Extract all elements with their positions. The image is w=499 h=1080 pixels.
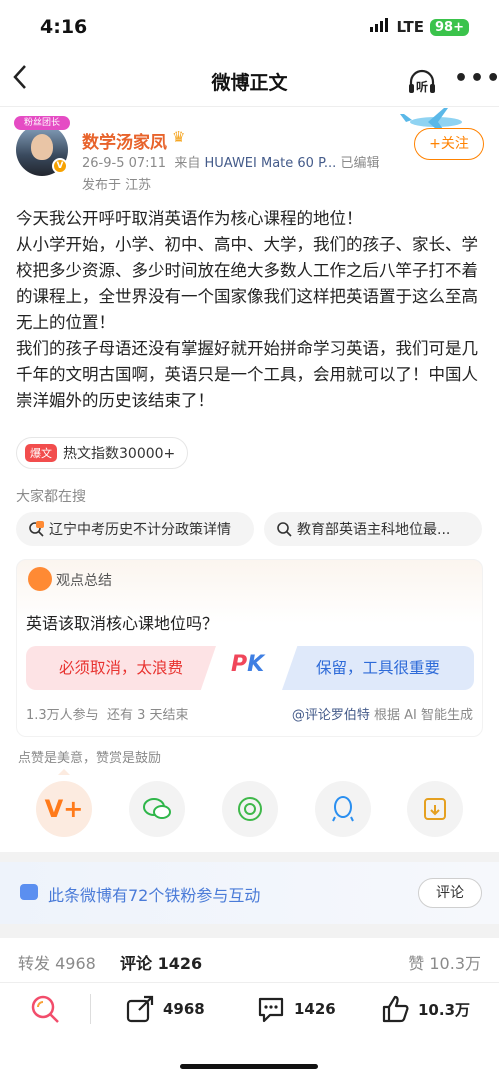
search-button[interactable]	[30, 994, 62, 1024]
opinion-stats: 1.3万人参与 还有 3 天结束	[26, 708, 189, 723]
network-label: LTE	[396, 18, 425, 36]
fans-icon	[20, 884, 38, 900]
save-image-icon	[424, 798, 446, 820]
pk-label: PK	[231, 652, 265, 677]
source-prefix: 来自	[174, 156, 201, 171]
share-icon	[126, 995, 154, 1023]
hot-badge: 爆文	[25, 444, 57, 462]
repost-count: 4968	[163, 1000, 205, 1018]
timestamp: 26-9-5 07:11	[82, 156, 167, 171]
svg-text:听: 听	[416, 79, 428, 94]
status-indicators: LTE 98+	[370, 18, 469, 36]
like-button[interactable]: 10.3万	[380, 994, 470, 1024]
search-chip-label: 辽宁中考历史不计分政策详情	[49, 522, 231, 538]
wechat-share-button[interactable]	[129, 781, 185, 837]
opinion-credit: @评论罗伯特 根据 AI 智能生成	[291, 708, 473, 723]
battery-icon: 98+	[430, 18, 469, 36]
device-link[interactable]: HUAWEI Mate 60 P...	[204, 156, 336, 171]
nav-divider	[0, 106, 499, 107]
qq-share-button[interactable]	[315, 781, 371, 837]
reward-icon: V+	[44, 795, 84, 823]
home-indicator	[180, 1064, 318, 1069]
search-icon	[277, 522, 292, 537]
caret	[58, 769, 70, 775]
wechat-icon	[143, 798, 171, 819]
search-chip[interactable]: 辽宁中考历史不计分政策详情	[16, 512, 254, 546]
author-name[interactable]: 数学汤家凤	[82, 128, 167, 153]
tab-repost[interactable]: 转发 4968	[18, 950, 96, 974]
location: 发布于 江苏	[82, 178, 152, 193]
moments-share-button[interactable]	[222, 781, 278, 837]
repost-button[interactable]: 4968	[125, 994, 205, 1024]
tab-like[interactable]: 赞 10.3万	[408, 950, 481, 974]
follow-button[interactable]: +关注	[414, 128, 484, 160]
post-line: 今天我公开呼吁取消英语作为核心课程的地位！	[16, 209, 363, 228]
post-line: 我们的孩子母语还没有掌握好就开始拼命学习英语，我们可是几千年的文明古国啊，英语只…	[16, 339, 478, 410]
moments-icon	[238, 797, 262, 821]
search-icon	[31, 995, 59, 1023]
comment-button[interactable]: 1426	[256, 994, 336, 1024]
status-time: 4:16	[40, 16, 88, 38]
opinion-question: 英语该取消核心课地位吗？	[26, 614, 219, 633]
section-gap	[0, 852, 499, 862]
bottom-separator	[90, 994, 91, 1024]
appreciation-note: 点赞是美意，赞赏是鼓励	[18, 751, 162, 766]
fans-text: 此条微博有72个铁粉参与互动	[48, 886, 261, 905]
crown-icon: ♛	[172, 128, 186, 146]
verified-icon: V	[52, 158, 68, 174]
mascot-icon	[28, 567, 52, 591]
reward-button[interactable]: V+	[36, 781, 92, 837]
signal-icon	[370, 18, 390, 36]
headphones-icon: 听	[409, 69, 435, 94]
section-gap	[0, 924, 499, 938]
fan-badge: 粉丝团长	[14, 116, 70, 130]
like-count: 10.3万	[418, 1000, 471, 1019]
vote-option-keep[interactable]: 保留，工具很重要	[282, 646, 474, 690]
qq-icon	[332, 796, 354, 822]
search-icon	[29, 521, 44, 537]
tab-comment[interactable]: 评论 1426	[120, 950, 202, 974]
opinion-card-title: 观点总结	[56, 573, 112, 589]
hot-label: 热文指数30000+	[63, 446, 176, 462]
hot-index-tag[interactable]: 爆文 热文指数30000+	[16, 437, 189, 469]
post-meta: 26-9-5 07:11 来自 HUAWEI Mate 60 P... 已编辑	[82, 152, 379, 171]
trending-search-title: 大家都在搜	[16, 489, 86, 505]
comment-icon	[258, 997, 284, 1023]
edited-label[interactable]: 已编辑	[340, 156, 379, 171]
bottom-divider	[0, 982, 499, 983]
search-chip-label: 教育部英语主科地位最...	[297, 522, 451, 538]
comment-count: 1426	[294, 1000, 336, 1018]
listen-button[interactable]: 听	[406, 66, 438, 98]
fans-comment-button[interactable]: 评论	[418, 878, 482, 908]
search-chip[interactable]: 教育部英语主科地位最...	[264, 512, 482, 546]
thumbs-up-icon	[382, 995, 409, 1023]
vote-option-cancel[interactable]: 必须取消，太浪费	[26, 646, 216, 690]
save-image-button[interactable]	[407, 781, 463, 837]
post-line: 从小学开始，小学、初中、高中、大学，我们的孩子、家长、学校把多少资源、多少时间放…	[16, 235, 478, 332]
more-icon[interactable]: •••	[454, 66, 499, 91]
credit-user-link[interactable]: @评论罗伯特	[292, 708, 370, 723]
post-body: 今天我公开呼吁取消英语作为核心课程的地位！ 从小学开始，小学、初中、高中、大学，…	[16, 206, 486, 414]
